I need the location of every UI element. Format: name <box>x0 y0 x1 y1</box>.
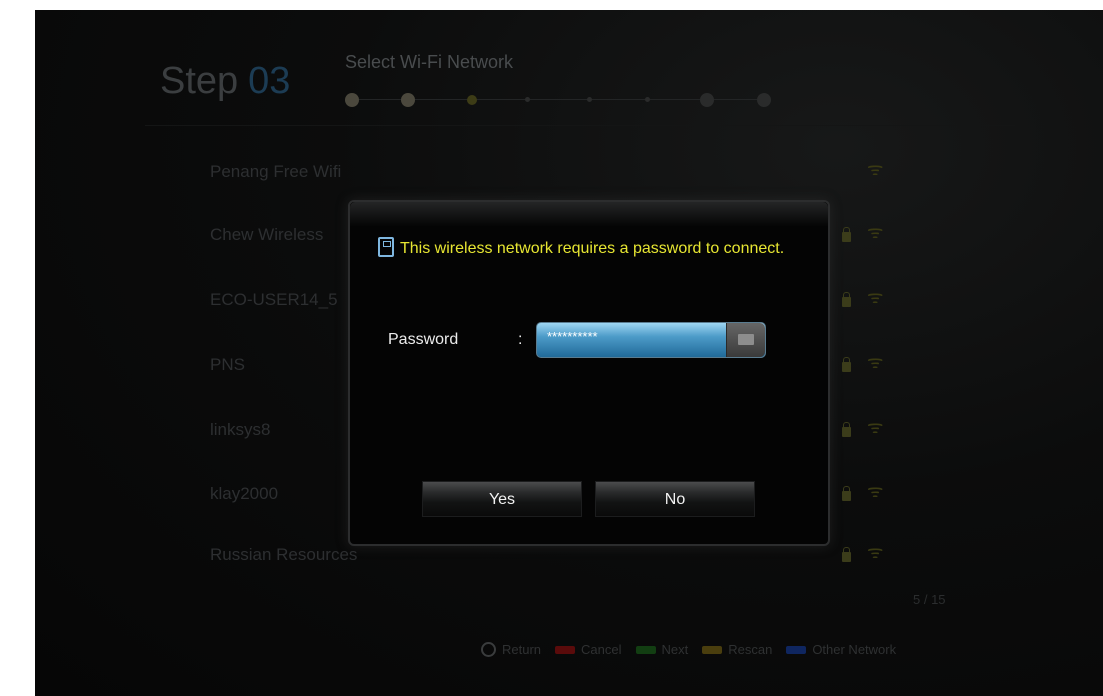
green-key-icon <box>635 645 656 654</box>
network-item-6[interactable]: Russian Resources <box>210 545 357 565</box>
progress-dot-current <box>467 95 477 105</box>
keyboard-icon[interactable] <box>726 323 765 357</box>
wifi-signal-icon: ᯤ <box>867 159 884 179</box>
legend-cancel: Cancel <box>581 642 622 657</box>
legend-rescan: Rescan <box>728 642 773 657</box>
step-progress <box>345 90 775 110</box>
legend-other-network: Other Network <box>812 642 897 657</box>
progress-dot <box>757 93 771 107</box>
network-item-5[interactable]: klay2000 <box>210 484 278 504</box>
lock-icon <box>842 547 851 562</box>
red-key-icon <box>555 645 576 654</box>
lock-icon <box>842 357 851 372</box>
wifi-signal-icon: ᯤ <box>867 542 884 562</box>
page-title: Select Wi-Fi Network <box>345 52 514 72</box>
progress-dot <box>525 97 530 102</box>
wifi-signal-icon: ᯤ <box>867 352 884 372</box>
step-label: Step <box>160 60 239 102</box>
progress-dot <box>345 93 359 107</box>
wifi-signal-icon: ᯤ <box>867 417 884 437</box>
progress-dot <box>700 93 714 107</box>
progress-dot <box>587 97 592 102</box>
no-button[interactable]: No <box>595 481 755 517</box>
password-dialog: This wireless network requires a passwor… <box>348 200 830 546</box>
network-item-2[interactable]: ECO-USER14_5 <box>210 290 338 310</box>
button-legend: Return Cancel Next Rescan Other Network <box>481 642 896 657</box>
network-item-1[interactable]: Chew Wireless <box>210 225 323 245</box>
blue-key-icon <box>786 645 807 654</box>
yes-button[interactable]: Yes <box>422 481 582 517</box>
yellow-key-icon <box>702 645 723 654</box>
header-divider <box>145 125 1015 126</box>
wifi-signal-icon: ᯤ <box>867 287 884 307</box>
wifi-signal-icon: ᯤ <box>867 222 884 242</box>
wifi-signal-icon: ᯤ <box>867 481 884 501</box>
network-item-0[interactable]: Penang Free Wifi <box>210 162 341 182</box>
tv-screen: Step 03 Select Wi-Fi Network Penang Free … <box>35 10 1103 696</box>
legend-return: Return <box>502 642 542 657</box>
progress-dot <box>645 97 650 102</box>
page-counter: 5 / 15 <box>913 592 946 607</box>
return-icon <box>481 642 496 657</box>
password-input[interactable]: ********** <box>536 322 766 358</box>
lock-icon <box>842 486 851 501</box>
dialog-title-bar <box>350 202 828 226</box>
lock-icon <box>842 292 851 307</box>
step-number: 03 <box>248 60 291 102</box>
password-colon: : <box>518 331 523 348</box>
dialog-message: This wireless network requires a passwor… <box>400 240 785 257</box>
lock-icon <box>842 422 851 437</box>
legend-next: Next <box>661 642 689 657</box>
password-label: Password <box>388 331 459 348</box>
progress-dot <box>401 93 415 107</box>
lock-icon <box>842 227 851 242</box>
keyboard-glyph <box>738 334 754 345</box>
step-indicator: Step 03 <box>160 60 290 103</box>
network-item-3[interactable]: PNS <box>210 355 245 375</box>
network-item-4[interactable]: linksys8 <box>210 420 270 440</box>
memory-card-icon <box>378 237 394 257</box>
password-value: ********** <box>547 329 598 344</box>
